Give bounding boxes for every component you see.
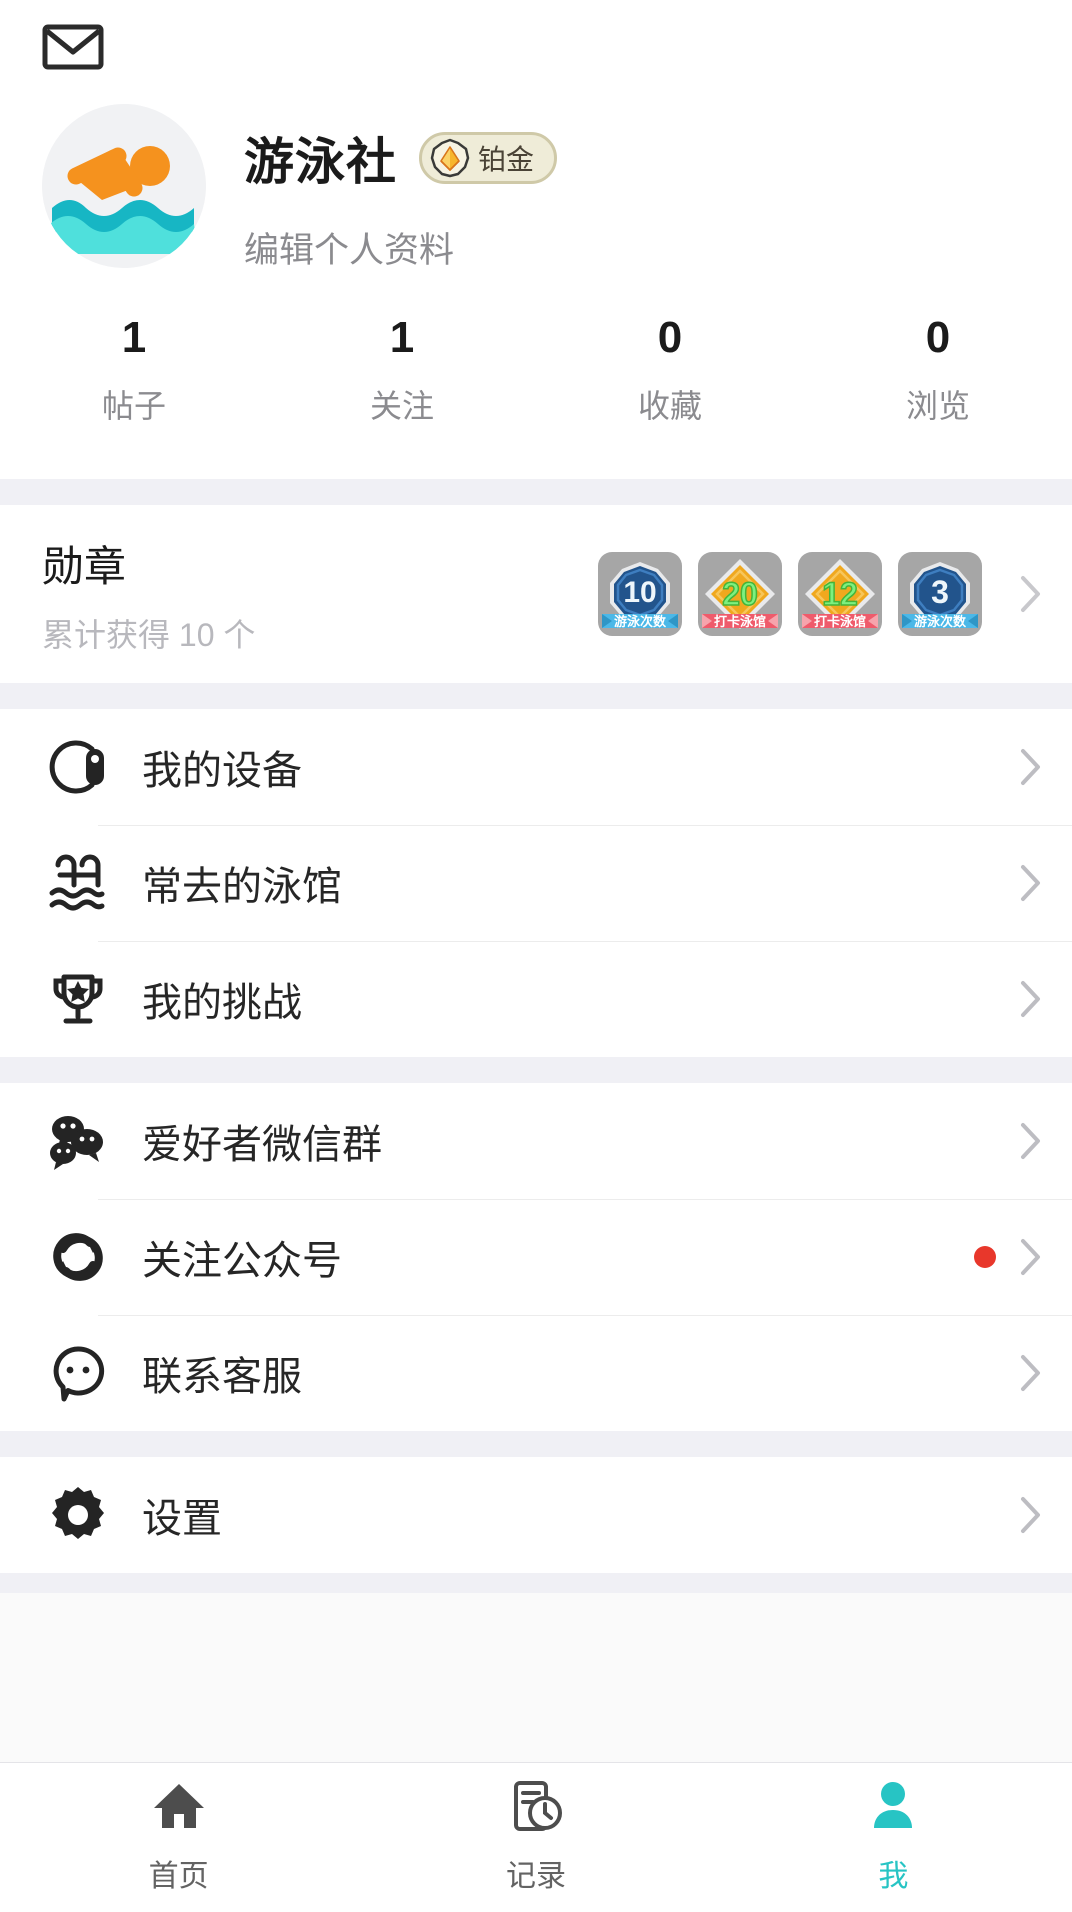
nav-item-profile[interactable]: 我 — [715, 1780, 1072, 1895]
medal-number: 20 — [722, 576, 758, 612]
wechat-icon — [42, 1109, 114, 1173]
medal-item[interactable]: 10 游泳次数 — [598, 552, 682, 636]
notification-dot — [974, 1246, 996, 1268]
medals-title: 勋章 — [42, 542, 127, 590]
stat-value: 1 — [389, 313, 415, 362]
menu-item-contact-support[interactable]: 联系客服 — [0, 1315, 1072, 1431]
stat-value: 1 — [121, 313, 147, 362]
menu-item-official-account[interactable]: 关注公众号 — [0, 1199, 1072, 1315]
mail-icon[interactable] — [42, 22, 104, 70]
chevron-right-icon — [1021, 1355, 1040, 1391]
refresh-circle-icon — [42, 1225, 114, 1289]
menu-item-label: 关注公众号 — [142, 1239, 342, 1283]
medal-thumbnails: 10 游泳次数 20 打卡泳馆 12 打卡泳馆 3 游泳次数 — [598, 552, 1042, 636]
chevron-right-icon — [1021, 749, 1040, 785]
menu-item-label: 设置 — [142, 1497, 222, 1541]
bottom-navigation: 首页 记录 我 — [0, 1762, 1072, 1912]
stat-value: 0 — [657, 313, 683, 362]
menu-item-label: 我的挑战 — [142, 981, 302, 1025]
nav-label: 我 — [878, 1860, 909, 1893]
stat-posts[interactable]: 1 帖子 — [0, 313, 268, 427]
nav-label: 记录 — [505, 1860, 566, 1893]
section-divider — [0, 1573, 1072, 1593]
stat-favorites[interactable]: 0 收藏 — [536, 313, 804, 427]
profile-screen: 游泳社 铂金 编辑个人资料 1 帖子 1 关注 0 收藏 0 浏览 勋章 累计获… — [0, 0, 1072, 1912]
person-icon — [865, 1780, 921, 1837]
section-divider — [0, 1431, 1072, 1457]
menu-group-3: 设置 — [0, 1457, 1072, 1573]
stat-label: 帖子 — [101, 388, 166, 424]
medal-number: 10 — [623, 576, 656, 609]
chat-face-icon — [42, 1341, 114, 1405]
menu-item-frequent-pools[interactable]: 常去的泳馆 — [0, 825, 1072, 941]
home-icon — [151, 1780, 207, 1837]
status-badge[interactable]: 铂金 — [419, 132, 558, 184]
stat-views[interactable]: 0 浏览 — [804, 313, 1072, 427]
section-divider — [0, 479, 1072, 505]
section-divider — [0, 1057, 1072, 1083]
menu-item-label: 爱好者微信群 — [142, 1123, 382, 1167]
stat-following[interactable]: 1 关注 — [268, 313, 536, 427]
avatar[interactable] — [42, 104, 206, 268]
medal-number: 12 — [822, 576, 858, 612]
medal-ribbon: 打卡泳馆 — [814, 614, 866, 629]
stats-row: 1 帖子 1 关注 0 收藏 0 浏览 — [0, 273, 1072, 479]
medals-subtitle: 累计获得 10 个 — [42, 616, 256, 653]
menu-item-wechat-group[interactable]: 爱好者微信群 — [0, 1083, 1072, 1199]
medal-ribbon: 游泳次数 — [614, 614, 667, 629]
nav-item-home[interactable]: 首页 — [0, 1780, 357, 1895]
nav-item-records[interactable]: 记录 — [357, 1780, 714, 1895]
pool-icon — [42, 851, 114, 915]
menu-item-settings[interactable]: 设置 — [0, 1457, 1072, 1573]
profile-header: 游泳社 铂金 编辑个人资料 1 帖子 1 关注 0 收藏 0 浏览 — [0, 92, 1072, 479]
chevron-right-icon — [1021, 865, 1040, 901]
chevron-right-icon — [1021, 1497, 1040, 1533]
stat-label: 收藏 — [637, 388, 702, 424]
chevron-right-icon — [1020, 575, 1042, 613]
watch-icon — [42, 735, 114, 799]
stat-value: 0 — [925, 313, 951, 362]
gear-icon — [42, 1483, 114, 1547]
trophy-icon — [42, 967, 114, 1031]
nav-label: 首页 — [148, 1860, 209, 1893]
menu-group-1: 我的设备 常去的泳馆 我的挑战 — [0, 709, 1072, 1057]
rank-label: 铂金 — [478, 144, 535, 175]
menu-item-my-challenges[interactable]: 我的挑战 — [0, 941, 1072, 1057]
edit-profile-link[interactable]: 编辑个人资料 — [244, 222, 557, 273]
medal-item[interactable]: 3 游泳次数 — [898, 552, 982, 636]
medals-card[interactable]: 勋章 累计获得 10 个 10 游泳次数 20 打卡泳馆 12 打卡泳馆 3 游… — [0, 505, 1072, 683]
medal-ribbon: 打卡泳馆 — [714, 614, 766, 629]
medal-number: 3 — [931, 574, 949, 610]
section-divider — [0, 683, 1072, 709]
menu-group-2: 爱好者微信群 关注公众号 联系客服 — [0, 1083, 1072, 1431]
page-title: 游泳社 — [244, 134, 397, 190]
menu-item-label: 常去的泳馆 — [142, 865, 342, 909]
chevron-right-icon — [1021, 1123, 1040, 1159]
medal-item[interactable]: 12 打卡泳馆 — [798, 552, 882, 636]
medal-item[interactable]: 20 打卡泳馆 — [698, 552, 782, 636]
menu-item-label: 联系客服 — [142, 1355, 302, 1399]
menu-item-label: 我的设备 — [142, 749, 302, 793]
gem-icon — [430, 138, 470, 178]
menu-item-my-device[interactable]: 我的设备 — [0, 709, 1072, 825]
chevron-right-icon — [1021, 981, 1040, 1017]
record-icon — [508, 1780, 564, 1837]
stat-label: 浏览 — [905, 388, 970, 424]
medal-ribbon: 游泳次数 — [914, 614, 967, 629]
stat-label: 关注 — [369, 388, 434, 424]
chevron-right-icon — [1021, 1239, 1040, 1275]
top-bar — [0, 0, 1072, 92]
